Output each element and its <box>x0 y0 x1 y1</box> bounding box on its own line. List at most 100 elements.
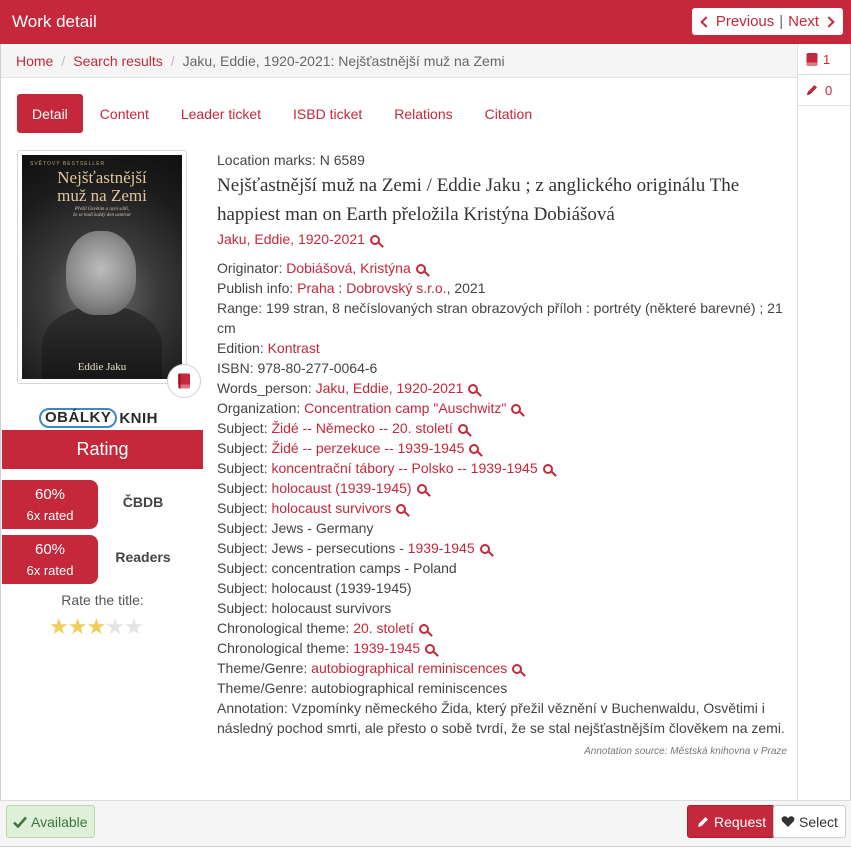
tab-relations[interactable]: Relations <box>379 94 467 133</box>
chevron-left-icon <box>700 15 712 28</box>
search-icon[interactable] <box>469 444 480 454</box>
search-icon[interactable] <box>512 664 523 674</box>
subject-link[interactable]: koncentrační tábory -- Polsko -- 1939-19… <box>271 460 537 476</box>
star-icon[interactable]: ★ <box>49 616 69 638</box>
subject-row: Subject: Jews - persecutions - 1939-1945 <box>217 538 789 558</box>
theme-genre-label: Theme/Genre: <box>217 660 312 676</box>
cover-portrait-face <box>66 231 136 315</box>
search-icon[interactable] <box>415 264 426 274</box>
cbdb-rating-label: ČBDB <box>122 494 164 510</box>
subject-label: Subject: <box>217 580 272 596</box>
star-icon[interactable]: ★ <box>105 616 125 638</box>
organization-link[interactable]: Concentration camp "Auschwitz" <box>304 400 506 416</box>
edition-link[interactable]: Kontrast <box>268 340 320 356</box>
subject-row: Subject: holocaust (1939-1945) <box>217 578 789 598</box>
subject-row: Subject: holocaust survivors <box>217 498 789 518</box>
tab-isbd-ticket[interactable]: ISBD ticket <box>278 94 377 133</box>
readers-rating-box: 60% 6x rated <box>2 535 98 584</box>
search-icon[interactable] <box>396 504 407 514</box>
subject-row: Subject: holocaust (1939-1945) <box>217 478 789 498</box>
detail-tabs: Detail Content Leader ticket ISBD ticket… <box>17 94 549 134</box>
next-button[interactable]: Next <box>788 13 837 30</box>
search-icon[interactable] <box>425 644 436 654</box>
search-icon[interactable] <box>416 484 427 494</box>
subject-link[interactable]: Židé -- perzekuce -- 1939-1945 <box>271 440 464 456</box>
publisher-link[interactable]: Dobrovský s.r.o. <box>346 280 446 296</box>
pencil-icon <box>696 815 710 829</box>
search-icon[interactable] <box>468 384 479 394</box>
publish-place-link[interactable]: Praha <box>297 280 334 296</box>
star-rating[interactable]: ★ ★ ★ ★ ★ <box>49 616 144 638</box>
breadcrumb-separator: / <box>61 53 66 69</box>
publish-label: Publish info: <box>217 280 298 296</box>
right-sidebar: 1 0 <box>797 44 850 800</box>
cover-title-line: Nejšťastnější <box>57 168 147 187</box>
tab-content[interactable]: Content <box>85 94 164 133</box>
sidebar-item-books[interactable]: 1 <box>798 44 850 75</box>
subject-label: Subject: <box>217 480 272 496</box>
search-icon[interactable] <box>457 424 468 434</box>
subject-label: Subject: <box>217 600 272 616</box>
theme-genre-label: Theme/Genre: <box>217 680 312 696</box>
subject-label: Subject: <box>217 460 272 476</box>
chevron-right-icon <box>823 15 835 28</box>
originator-link[interactable]: Dobiášová, Kristýna <box>286 260 411 276</box>
available-label: Available <box>31 813 88 830</box>
breadcrumb-current: Jaku, Eddie, 1920-2021: Nejšťastnější mu… <box>182 53 505 69</box>
subject-row: Subject: concentration camps - Poland <box>217 558 789 578</box>
cover-subtitle: Přežil Osvětim a nyní sdílí, že se hodí … <box>22 207 182 219</box>
search-icon[interactable] <box>369 235 380 245</box>
annotation-row: Annotation: Vzpomínky německého Žida, kt… <box>217 700 785 736</box>
cover-subtitle-line: že se hodí každý den usmívat <box>73 213 131 218</box>
star-icon[interactable]: ★ <box>68 616 88 638</box>
author-link[interactable]: Jaku, Eddie, 1920-2021 <box>217 231 365 247</box>
subject-value: concentration camps - Poland <box>271 560 457 576</box>
book-icon <box>178 373 190 389</box>
subject-link[interactable]: Židé -- Německo -- 20. století <box>271 420 452 436</box>
star-icon[interactable]: ★ <box>86 616 106 638</box>
search-icon[interactable] <box>511 404 522 414</box>
request-button[interactable]: Request <box>687 805 776 838</box>
select-button[interactable]: Select <box>773 805 846 838</box>
subject-label: Subject: <box>217 560 272 576</box>
annotation-source: Annotation source: Městská knihovna v Pr… <box>584 746 787 757</box>
chronological-theme-link[interactable]: 1939-1945 <box>353 640 420 656</box>
subject-label: Subject: <box>217 440 272 456</box>
tab-citation[interactable]: Citation <box>470 94 547 133</box>
subject-row: Subject: koncentrační tábory -- Polsko -… <box>217 458 789 478</box>
publish-colon: : <box>334 280 347 296</box>
sidebar-item-edits[interactable]: 0 <box>798 75 850 106</box>
tab-leader-ticket[interactable]: Leader ticket <box>166 94 276 133</box>
tab-detail[interactable]: Detail <box>17 94 83 133</box>
search-icon[interactable] <box>479 544 490 554</box>
next-label: Next <box>788 13 819 30</box>
subject-link[interactable]: holocaust (1939-1945) <box>271 480 411 496</box>
obalky-logo-part: KNIH <box>119 409 159 427</box>
organization-label: Organization: <box>217 400 305 416</box>
theme-genre-link[interactable]: autobiographical reminiscences <box>311 660 507 676</box>
breadcrumb-search-results[interactable]: Search results <box>73 53 162 69</box>
book-cover[interactable]: SVĚTOVÝ BESTSELLER Nejšťastnější muž na … <box>17 150 187 384</box>
search-icon[interactable] <box>542 464 553 474</box>
subject-value: Jews - Germany <box>271 520 374 536</box>
words-person-link[interactable]: Jaku, Eddie, 1920-2021 <box>316 380 464 396</box>
publish-year: , 2021 <box>446 280 486 296</box>
chronological-theme-link[interactable]: 20. století <box>353 620 414 636</box>
edit-count: 0 <box>825 82 833 98</box>
record-details: Location marks: N 6589 Nejšťastnější muž… <box>217 150 789 738</box>
search-icon[interactable] <box>418 624 429 634</box>
page-title: Work detail <box>12 12 97 31</box>
subject-link[interactable]: 1939-1945 <box>408 540 475 556</box>
heart-icon <box>781 815 795 828</box>
obalky-knih-logo[interactable]: OBÁLKY KNIH <box>39 407 169 429</box>
subject-link[interactable]: holocaust survivors <box>271 500 391 516</box>
breadcrumb-home[interactable]: Home <box>16 53 53 69</box>
subject-row: Subject: Jews - Germany <box>217 518 789 538</box>
rate-title-label: Rate the title: <box>61 592 144 608</box>
previous-button[interactable]: Previous <box>698 13 774 30</box>
subject-label: Subject: <box>217 540 272 556</box>
subject-row: Subject: holocaust survivors <box>217 598 789 618</box>
star-icon[interactable]: ★ <box>124 616 144 638</box>
pager: Previous | Next <box>691 8 843 35</box>
available-button[interactable]: Available <box>6 805 95 838</box>
